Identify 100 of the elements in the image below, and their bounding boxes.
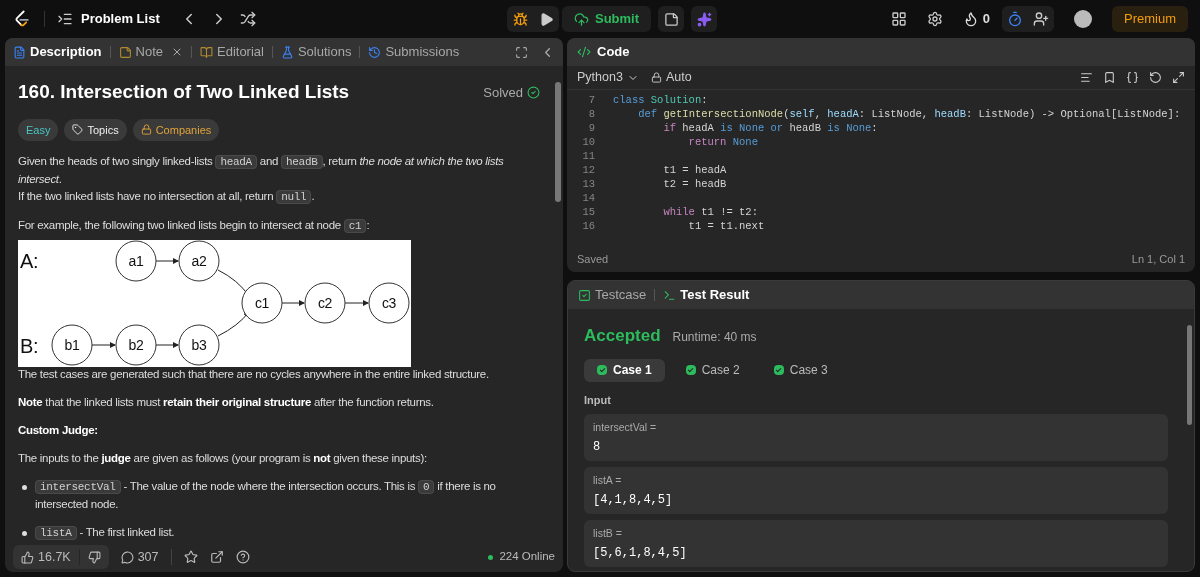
panel-tab[interactable]: Description [13,42,102,62]
topics-tag[interactable]: Topics [64,118,127,141]
code-icon [577,45,591,59]
line-number: 14 [581,191,596,205]
description-list-item: listA - The first linked list. [35,524,175,542]
code-line: t2 = headB [662,177,727,191]
input-value: [4,1,8,4,5] [593,493,674,508]
line-number: 10 [581,135,596,149]
close-icon[interactable] [171,46,183,58]
description-paragraph: For example, the following two linked lists begin to intersect at node c1 : [18,218,371,235]
line-number: 11 [581,149,596,163]
settings-icon[interactable] [926,11,943,27]
star-icon[interactable] [183,550,198,564]
solutions-tab-icon [280,45,294,59]
code-line: return None [687,135,758,149]
line-number: 15 [581,205,596,219]
lock-icon [650,72,662,83]
runtime-label: Runtime: 40 ms [672,329,757,346]
comment-icon [120,550,134,564]
tag-icon [72,124,84,136]
cursor-position: Ln 1, Col 1 [1131,251,1185,267]
line-number: 16 [581,219,596,233]
companies-tag[interactable]: Companies [132,118,220,141]
thumbs-up-icon [21,550,34,564]
line-number: 13 [581,177,596,191]
submissions-tab-icon [368,45,382,59]
line-number: 12 [581,163,596,177]
problem-list-button[interactable]: Problem List [57,9,160,29]
panel-tab[interactable]: Testcase [578,285,647,305]
checkbox-icon [578,288,591,302]
shuffle-icon[interactable] [239,11,256,27]
streak-counter[interactable]: 0 [962,9,990,29]
description-paragraph: The test cases are generated such that there are no cycles anywhere in the entire linked structure. [18,367,490,382]
scrollbar-thumb[interactable] [1186,325,1192,425]
terminal-icon [663,288,677,302]
description-paragraph: Note that the linked lists must retain their original structure after the function returns. [18,395,435,410]
panel-tab[interactable]: Test Result [663,285,750,305]
input-value: 8 [593,440,602,455]
panel-tab[interactable]: Solutions [280,42,352,62]
description-paragraph: Given the heads of two singly linked-lists headA and headB , return the node at which the two lists intersect. If the two linked lists have no intersection at all, return null . [18,154,505,206]
help-icon[interactable] [235,550,250,564]
code-line: class Solution: [612,93,708,107]
note-tab-icon [118,45,132,59]
expand-icon[interactable] [1172,71,1185,84]
save-status: Saved [577,251,609,267]
solved-status: Solved [483,82,540,102]
check-icon [685,365,696,375]
description-paragraph: Custom Judge: [18,423,99,438]
line-number: 8 [587,107,596,121]
fullscreen-icon[interactable] [515,45,528,59]
upload-icon [574,11,589,27]
input-name: listB = [593,527,623,540]
avatar[interactable] [1074,10,1092,28]
submit-button[interactable]: Submit [562,6,652,32]
panel-tab[interactable]: Submissions [368,42,460,62]
case-tab[interactable]: Case 3 [760,358,841,382]
bullet-icon [22,485,27,490]
check-icon [597,365,607,375]
language-dropdown[interactable]: Python3 [577,68,639,87]
description-paragraph: The inputs to the judge are given as follows (your program is not given these inputs): [18,451,428,466]
bullet-icon [22,531,27,536]
problem-title: 160. Intersection of Two Linked Lists [18,80,350,104]
grid-icon[interactable] [890,11,907,27]
line-number: 9 [587,121,596,135]
check-icon [773,365,784,375]
input-label: Input [584,392,612,408]
editorial-tab-icon [200,45,213,59]
description-list-item: intersectVal - The value of the node where the intersection occurs. This is 0 if there is no intersected node. [35,479,497,512]
code-line: t1 = headA [662,163,727,177]
linked-list-diagram: A: B: a1 a2 b1 b2 b3 c1 c2 c3 [18,240,411,367]
input-name: listA = [593,474,623,487]
reset-icon[interactable] [1149,71,1162,84]
online-count: 224 Online [488,548,555,566]
lock-icon [140,124,152,136]
share-icon[interactable] [209,550,224,564]
case-tab[interactable]: Case 1 [584,358,665,382]
check-circle-icon [527,85,540,99]
code-line: t1 = t1.next [687,219,765,233]
braces-icon[interactable] [1126,71,1139,84]
input-value: [5,6,1,8,4,5] [593,546,688,561]
bookmark-icon[interactable] [1103,71,1116,84]
premium-button[interactable]: Premium [1112,6,1188,32]
line-number: 7 [587,93,596,107]
scrollbar-thumb[interactable] [555,82,561,202]
auto-mode-label: Auto [650,68,692,87]
code-line: while t1 != t2: [662,205,758,219]
sparkle-icon[interactable] [691,6,718,32]
code-panel-title: Code [577,42,630,62]
format-icon[interactable] [1080,71,1093,84]
difficulty-tag: Easy [18,118,59,141]
verdict-label: Accepted [584,325,661,347]
description-tab-icon [13,45,26,59]
panel-tab[interactable]: Note [118,42,183,62]
input-name: intersectVal = [593,421,658,434]
case-tab[interactable]: Case 2 [672,358,753,382]
code-line: def getIntersectionNode(self, headA: ListNode, headB: ListNode) -> Optional[ListNode]: [637,107,1181,121]
panel-tab[interactable]: Editorial [200,42,264,62]
list-icon [57,11,73,27]
comments-button[interactable]: 307 [120,547,159,567]
note-icon[interactable] [658,6,685,32]
